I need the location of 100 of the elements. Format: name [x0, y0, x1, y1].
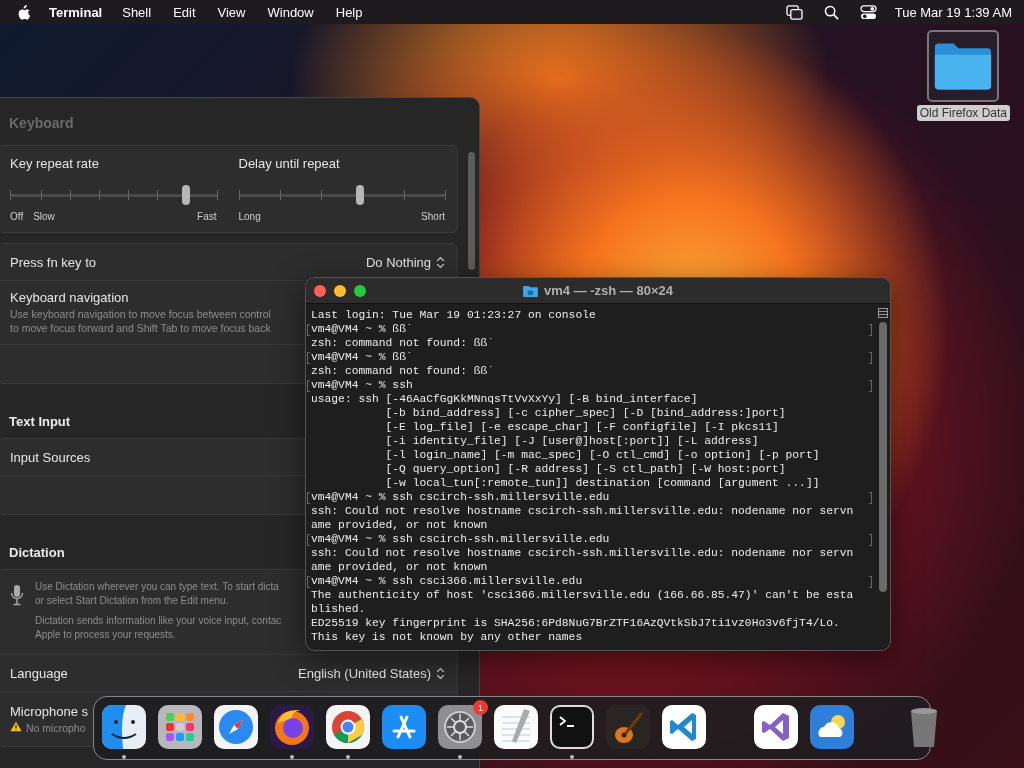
- popup-button[interactable]: Do Nothing: [365, 254, 445, 270]
- warning-text: No micropho: [26, 720, 86, 735]
- scrollbar[interactable]: [468, 152, 475, 270]
- letter-a-icon[interactable]: [382, 705, 426, 749]
- terminal-line: ssh: Could not resolve hostname cscirch-ssh.millersville.edu: nodename nor servn: [311, 546, 854, 560]
- window-stack-icon[interactable]: [785, 4, 803, 20]
- prompt-mark: [869, 380, 872, 392]
- close-button[interactable]: [314, 284, 326, 297]
- zoom-button[interactable]: [354, 284, 366, 297]
- slider-tick: [69, 190, 71, 200]
- section-heading: Text Input: [9, 414, 71, 429]
- gear-icon[interactable]: [438, 705, 482, 749]
- setting-label: Press fn key to: [10, 254, 96, 270]
- prompt-mark: [869, 352, 872, 364]
- slider-tick: [445, 190, 446, 200]
- guitar-icon[interactable]: [606, 705, 650, 749]
- prompt-mark: [869, 324, 872, 336]
- folder-icon: [523, 284, 538, 297]
- toggles-icon[interactable]: [859, 4, 877, 20]
- terminal-line: [-l login_name] [-m mac_spec] [-O ctl_cmd] [-o option] [-p port]: [385, 448, 820, 462]
- up-down-arrows-icon: [436, 255, 445, 269]
- terminal-line: [-E log_file] [-e escape_char] [-F configfile] [-I pkcs11]: [385, 420, 779, 434]
- app-menu[interactable]: Terminal: [49, 4, 103, 20]
- slider-tick: [98, 190, 100, 200]
- compass-icon[interactable]: [214, 705, 258, 749]
- slider-tick: [156, 190, 158, 200]
- prompt-mark: [307, 534, 310, 546]
- search-icon[interactable]: [822, 4, 840, 20]
- notification-badge: 1: [473, 700, 488, 715]
- setting-label: Input Sources: [10, 449, 91, 465]
- scale-label: Long: [238, 211, 261, 222]
- terminal-prompt-icon[interactable]: [550, 705, 594, 749]
- prompt-mark: [307, 576, 310, 588]
- terminal-line: usage: ssh [-46AaCfGgKkMNnqsTtVvXxYy] [-B bind_interface]: [311, 392, 698, 406]
- menu-item[interactable]: Window: [267, 4, 314, 20]
- slider-tick: [127, 190, 129, 200]
- setting-label: Keyboard navigation: [10, 290, 129, 305]
- scale-label: Off: [10, 211, 24, 222]
- scale-label: Short: [421, 211, 445, 222]
- slider-tick: [321, 190, 323, 200]
- dictation-description: Use Dictation wherever you can type text. To start dicta or select Start Dictation from the Edit menu.: [35, 580, 280, 608]
- slider-tick: [216, 190, 218, 200]
- cloud-sun-icon[interactable]: [810, 705, 854, 749]
- terminal-line: vm4@VM4 ~ % ssh cscirch-ssh.millersville.edu: [311, 532, 610, 546]
- terminal-line: zsh: command not found: ßß˙: [311, 336, 495, 350]
- scale-label: Slow: [33, 211, 55, 222]
- slider-tick: [279, 190, 281, 200]
- smiling-face-icon[interactable]: [102, 705, 146, 749]
- apple-icon[interactable]: [18, 4, 31, 20]
- section-heading: Dictation: [9, 545, 65, 560]
- menu-item[interactable]: Edit: [173, 4, 196, 20]
- terminal-line: This key is not known by any other names: [311, 630, 583, 644]
- terminal-line: [-w local_tun[:remote_tun]] destination [command [argument ...]]: [385, 476, 820, 490]
- scale-label: Fast: [197, 211, 217, 222]
- terminal-line: [-Q query_option] [-R address] [-S ctl_path] [-W host:port]: [385, 462, 786, 476]
- prompt-mark: [869, 576, 872, 588]
- setting-label: Language: [10, 665, 68, 681]
- slider-thumb[interactable]: [356, 185, 365, 205]
- split-pane-icon[interactable]: [878, 308, 888, 318]
- terminal-line: The authenticity of host 'csci366.millersville.edu (166.66.85.47)' can't be esta: [311, 588, 854, 602]
- menu-item[interactable]: View: [217, 4, 246, 20]
- terminal-line: ame provided, or not known: [311, 518, 488, 532]
- scrollbar-thumb[interactable]: [879, 322, 887, 592]
- prompt-mark: [869, 534, 872, 546]
- terminal-line: ame provided, or not known: [311, 560, 488, 574]
- setting-label: Microphone s: [10, 703, 89, 719]
- terminal-line: Last login: Tue Mar 19 01:23:27 on console: [311, 308, 596, 322]
- terminal-line: ssh: Could not resolve hostname cscirch-ssh.millersville.edu: nodename nor servn: [311, 504, 854, 518]
- terminal-line: ED25519 key fingerprint is SHA256:6Pd8NuG7BrZTF16AzQVtkSbJ7ti1vz0Ho3v6fjT4/Lo.: [311, 616, 840, 630]
- ribbon-icon[interactable]: [662, 705, 706, 749]
- terminal-line: zsh: command not found: ßß˙: [311, 364, 495, 378]
- globe-icon[interactable]: [270, 705, 314, 749]
- menu-item[interactable]: Shell: [122, 4, 152, 20]
- notepad-icon[interactable]: [494, 705, 538, 749]
- prompt-mark: [307, 380, 310, 392]
- terminal-line: vm4@VM4 ~ % ssh: [311, 378, 413, 392]
- menu-item[interactable]: Help: [335, 4, 363, 20]
- slider-tick: [403, 190, 405, 200]
- menu-bar-clock[interactable]: Tue Mar 19 1:39 AM: [894, 4, 1012, 20]
- popup-button[interactable]: English (United States): [298, 665, 445, 681]
- terminal-line: [-b bind_address] [-c cipher_spec] [-D [bind_address:]port]: [385, 406, 786, 420]
- prompt-mark: [869, 492, 872, 504]
- window-title: Keyboard: [8, 114, 75, 133]
- terminal-line: [-i identity_file] [-J [user@]host[:port]] [-L address]: [385, 434, 759, 448]
- folder-label[interactable]: Old Firefox Data: [916, 105, 1010, 121]
- folder-icon[interactable]: [927, 30, 1000, 102]
- terminal-line: blished.: [311, 602, 366, 616]
- slider-label: Key repeat rate: [10, 156, 100, 171]
- slider-tick: [40, 190, 42, 200]
- terminal-line: vm4@VM4 ~ % ssh cscirch-ssh.millersville.edu: [311, 490, 610, 504]
- slider-tick: [10, 190, 11, 200]
- slider-thumb[interactable]: [181, 185, 190, 205]
- dot-grid-icon[interactable]: [158, 705, 202, 749]
- slider-label: Delay until repeat: [238, 156, 341, 171]
- terminal-line: vm4@VM4 ~ % ßß˙: [311, 350, 413, 364]
- minimize-button[interactable]: [334, 284, 346, 297]
- terminal-line: vm4@VM4 ~ % ssh csci366.millersville.edu: [311, 574, 583, 588]
- setting-description: Use keyboard navigation to move focus between control to move focus forward and Shift Tab to move focus back: [10, 307, 271, 335]
- window-title: vm4 — -zsh — 80×24: [544, 283, 673, 298]
- prompt-mark: [307, 492, 310, 504]
